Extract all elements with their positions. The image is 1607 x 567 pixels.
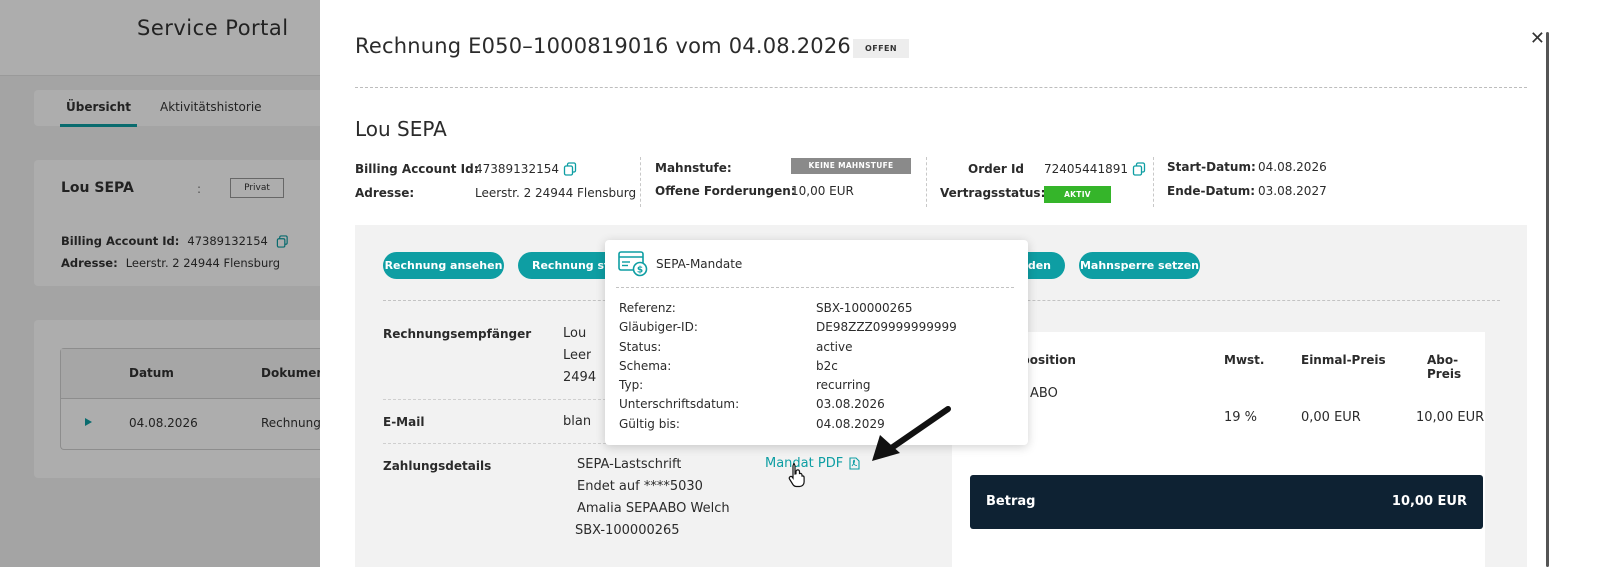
billing-account-value-row: 47389132154	[475, 162, 577, 176]
mandate-row-glaeubiger: Gläubiger-ID: DE98ZZZ09999999999	[619, 320, 1019, 339]
billing-account-label: Billing Account Id:	[355, 162, 479, 176]
recipient-line-1: Lou	[563, 326, 587, 341]
col-mwst: Mwst.	[1224, 353, 1265, 367]
billing-account-row: Billing Account Id:	[355, 162, 479, 176]
vertragsstatus-label-row: Vertragsstatus:	[940, 186, 1045, 200]
positions-card: sposition Mwst. Einmal-Preis Abo-Preis A…	[952, 332, 1485, 567]
end-date-label: Ende-Datum:	[1167, 184, 1256, 198]
total-label: Betrag	[986, 494, 1036, 509]
info-divider	[926, 157, 927, 207]
mahnstufe-badge: KEINE MAHNSTUFE	[791, 158, 911, 174]
forderungen-label: Offene Forderungen:	[655, 184, 796, 198]
forderungen-value-row: 10,00 EUR	[791, 184, 854, 198]
mandate-value: DE98ZZZ09999999999	[816, 320, 957, 334]
payment-details-label: Zahlungsdetails	[383, 459, 492, 473]
col-abo-preis: Abo-Preis	[1427, 353, 1462, 381]
sepa-mandate-popover: $ SEPA-Mandate Referenz: SBX-100000265 Gl…	[605, 240, 1028, 445]
order-id-value: 72405441891	[1044, 162, 1128, 176]
start-date-label-row: Start-Datum:	[1167, 160, 1256, 174]
mahnstufe-label-row: Mahnstufe:	[655, 161, 732, 175]
start-date-label: Start-Datum:	[1167, 160, 1256, 174]
recipient-line-3: 2494	[563, 370, 597, 385]
info-divider	[640, 157, 641, 207]
mahnstufe-value-row: KEINE MAHNSTUFE	[791, 158, 911, 174]
copy-icon[interactable]	[563, 162, 577, 176]
forderungen-label-row: Offene Forderungen:	[655, 184, 796, 198]
address-label-row: Adresse:	[355, 186, 414, 200]
cancel-invoice-button[interactable]: Rechnung stor	[518, 252, 618, 279]
svg-text:$: $	[637, 266, 643, 276]
view-invoice-button[interactable]: Rechnung ansehen	[383, 252, 504, 279]
customer-name: Lou SEPA	[355, 117, 447, 141]
recipient-label: Rechnungsempfänger	[383, 327, 532, 341]
set-dunning-block-button[interactable]: Mahnsperre setzen	[1079, 252, 1200, 279]
order-id-value-row: 72405441891	[1044, 162, 1146, 176]
billing-account-value: 47389132154	[475, 162, 559, 176]
mandate-pdf-link[interactable]: Mandat PDF	[765, 456, 860, 471]
invoice-title: Rechnung E050–1000819016 vom 04.08.2026	[355, 34, 851, 58]
end-date-value: 03.08.2027	[1258, 184, 1327, 198]
end-date-value-row: 03.08.2027	[1258, 184, 1327, 198]
forderungen-value: 10,00 EUR	[791, 184, 854, 198]
pdf-file-icon	[849, 457, 860, 470]
total-value: 10,00 EUR	[1391, 494, 1467, 509]
end-date-label-row: Ende-Datum:	[1167, 184, 1255, 198]
modal-backdrop[interactable]	[0, 0, 320, 567]
col-einmal-preis: Einmal-Preis	[1301, 353, 1386, 367]
annotation-arrow-icon	[872, 406, 951, 461]
mandate-key: Gültig bis:	[619, 417, 680, 431]
mandate-key: Status:	[619, 340, 662, 354]
mandate-value: active	[816, 340, 853, 354]
divider	[616, 287, 1014, 288]
start-date-value-row: 04.08.2026	[1258, 160, 1327, 174]
address-label: Adresse:	[355, 186, 415, 200]
order-id-label-row: Order Id	[968, 162, 1024, 176]
hand-pointer-icon	[788, 463, 805, 488]
mandate-value: b2c	[816, 359, 838, 373]
mandate-key: Typ:	[619, 378, 644, 392]
payment-account-holder: Amalia SEPAABO Welch	[577, 501, 730, 516]
sepa-card-icon: $	[618, 251, 648, 277]
recipient-line-2: Leer	[563, 348, 592, 363]
vertragsstatus-value-row: AKTIV	[1044, 186, 1111, 203]
mandate-value: recurring	[816, 378, 871, 392]
address-value-row: Leerstr. 2 24944 Flensburg	[475, 186, 636, 200]
vertragsstatus-label: Vertragsstatus:	[940, 186, 1046, 200]
info-divider	[1153, 157, 1154, 207]
payment-method: SEPA-Lastschrift	[577, 457, 682, 472]
mandate-key: Referenz:	[619, 301, 676, 315]
position-name: ABO	[1030, 386, 1058, 401]
mandate-row-schema: Schema: b2c	[619, 359, 1019, 378]
order-id-label: Order Id	[968, 162, 1024, 176]
total-bar: Betrag 10,00 EUR	[970, 475, 1483, 529]
mandate-row-unterschrift: Unterschriftsdatum: 03.08.2026	[619, 397, 1019, 416]
invoice-status-badge: OFFEN	[853, 39, 909, 58]
payment-mandate-reference: SBX-100000265	[575, 523, 680, 538]
mandate-key: Gläubiger-ID:	[619, 320, 698, 334]
mandate-key: Unterschriftsdatum:	[619, 397, 740, 411]
start-date-value: 04.08.2026	[1258, 160, 1327, 174]
mahnstufe-label: Mahnstufe:	[655, 161, 732, 175]
email-value: blan	[563, 414, 592, 429]
payment-account-ending: Endet auf ****5030	[577, 479, 703, 494]
position-einmal-preis: 0,00 EUR	[1301, 410, 1361, 425]
copy-icon[interactable]	[1132, 162, 1146, 176]
email-label: E-Mail	[383, 415, 425, 429]
close-icon[interactable]: ✕	[1530, 28, 1545, 49]
drawer-scrollbar[interactable]	[1546, 32, 1549, 567]
divider	[355, 87, 1527, 88]
vertragsstatus-badge: AKTIV	[1044, 186, 1111, 203]
mandate-value: SBX-100000265	[816, 301, 913, 315]
mandate-row-gueltig: Gültig bis: 04.08.2029	[619, 417, 1019, 436]
position-abo-preis: 10,00 EUR	[1416, 410, 1485, 425]
mandate-row-referenz: Referenz: SBX-100000265	[619, 301, 1019, 320]
mandate-row-status: Status: active	[619, 340, 1019, 359]
mandate-row-typ: Typ: recurring	[619, 378, 1019, 397]
popover-title: SEPA-Mandate	[656, 257, 743, 271]
address-value: Leerstr. 2 24944 Flensburg	[475, 186, 637, 200]
position-mwst: 19 %	[1224, 410, 1258, 425]
mandate-key: Schema:	[619, 359, 672, 373]
